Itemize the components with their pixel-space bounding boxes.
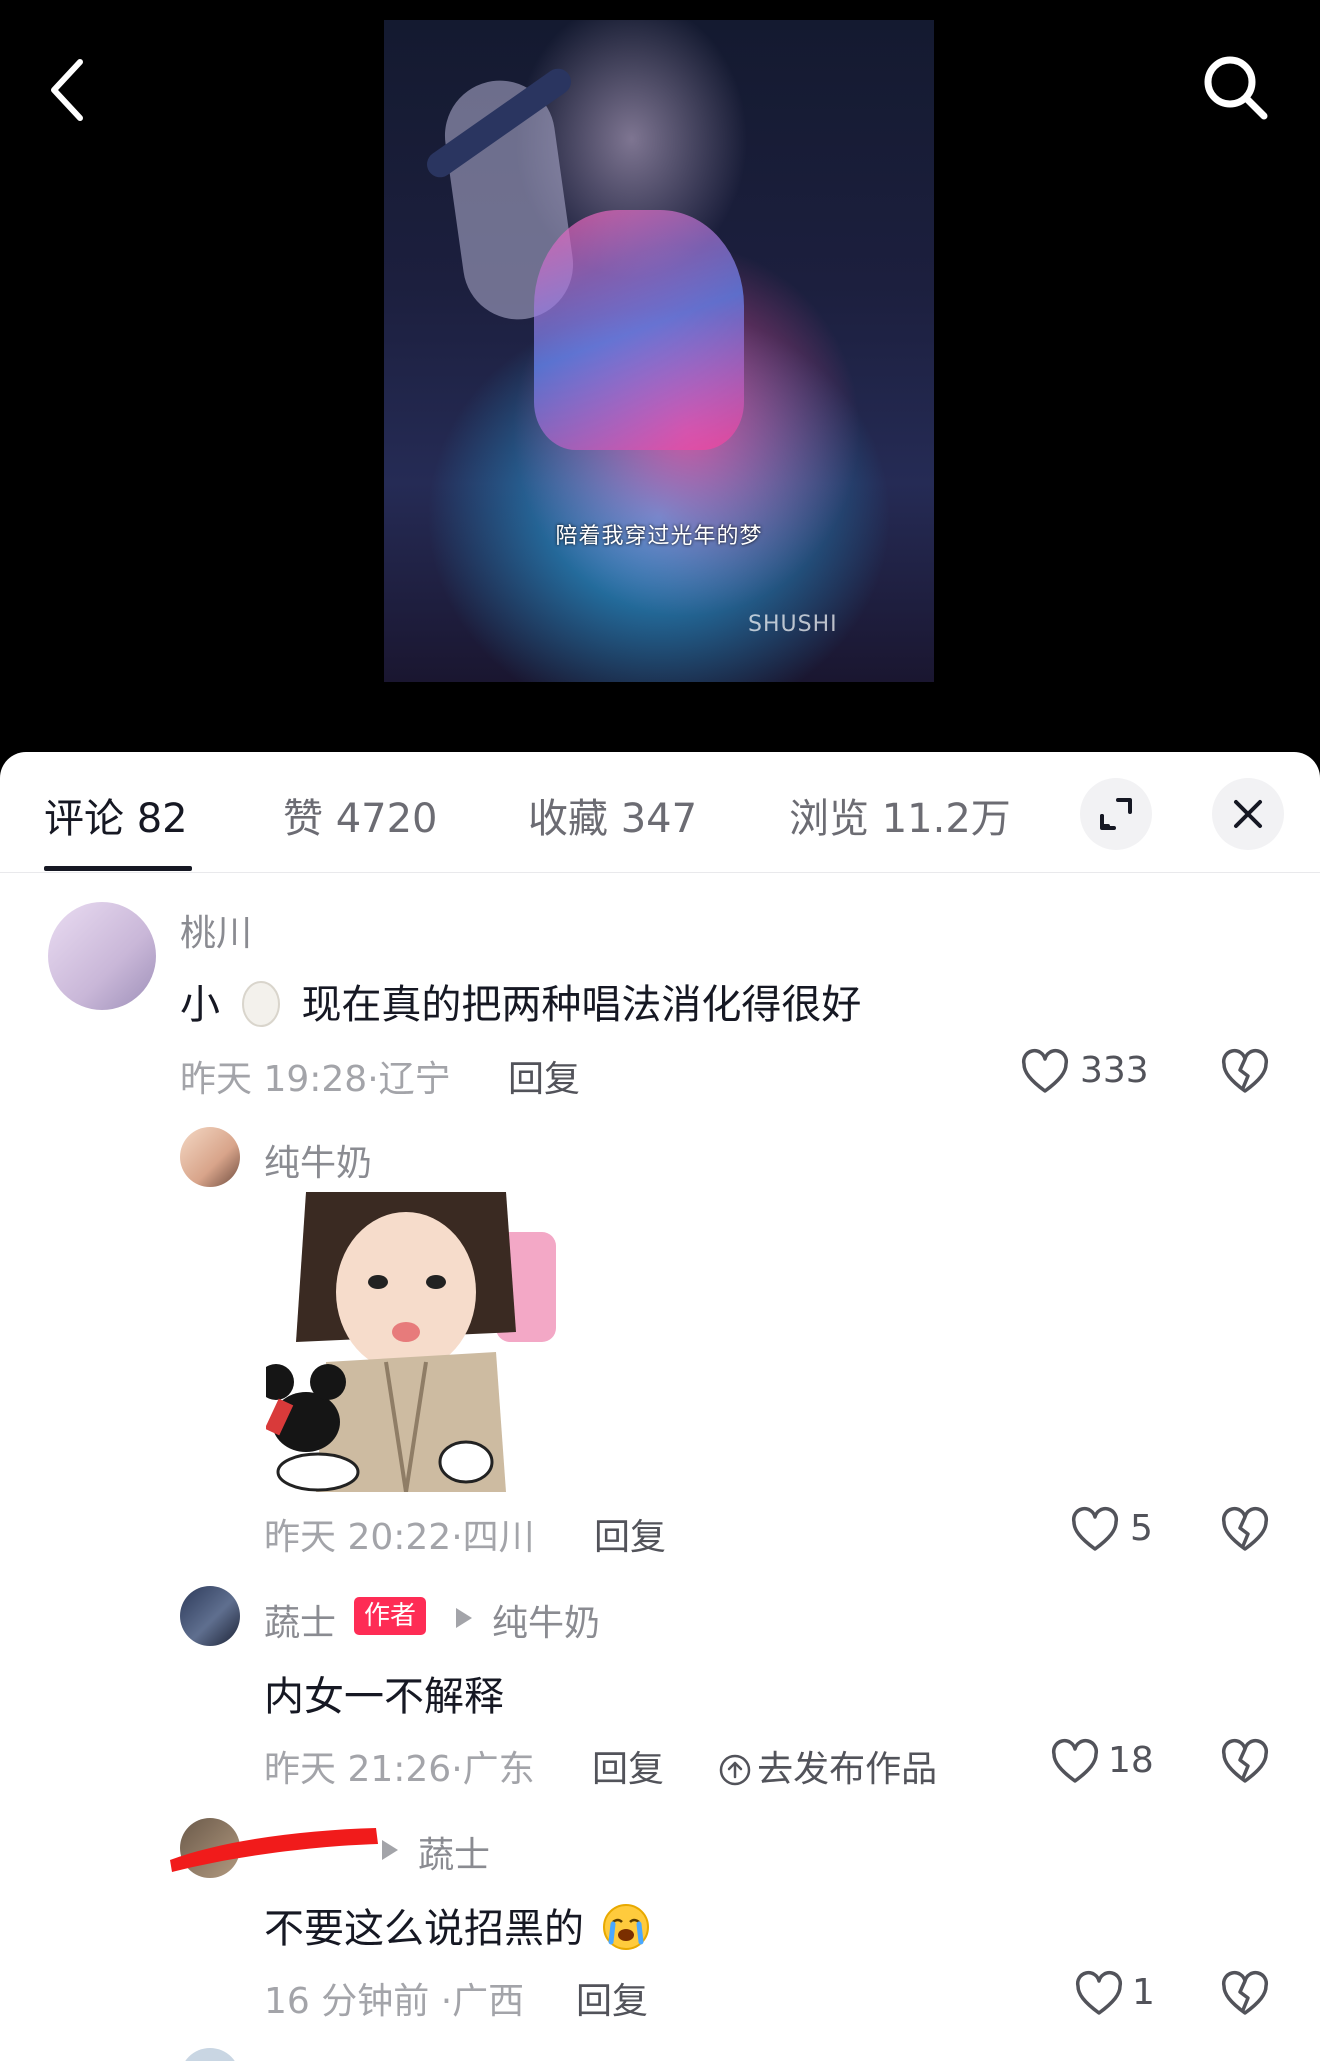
like-count: 1 (1132, 1972, 1155, 2013)
video-figure-dress (534, 210, 744, 450)
comment-meta: 昨天 20:22·四川 (264, 1517, 535, 1558)
video-player[interactable]: 陪着我穿过光年的梦 SHUSHI (384, 20, 934, 682)
reply-to-username[interactable]: 纯牛奶 (492, 1594, 600, 1646)
broken-heart-icon[interactable] (1220, 1506, 1270, 1556)
comment-meta: 昨天 21:26·广东 (264, 1749, 535, 1790)
heart-icon[interactable] (1074, 1970, 1124, 2020)
broken-heart-icon[interactable] (1220, 1738, 1270, 1788)
expand-button[interactable] (1080, 778, 1152, 850)
video-watermark: SHUSHI (748, 612, 838, 637)
expand-icon (1100, 798, 1132, 830)
back-button[interactable] (40, 50, 100, 130)
chevron-left-icon (51, 59, 83, 121)
comment-text: 小 现在真的把两种唱法消化得很好 (180, 972, 861, 1030)
search-button[interactable] (1196, 48, 1276, 128)
comment-username[interactable]: 纯牛奶 (264, 1134, 372, 1186)
upload-circle-icon (719, 1754, 751, 1786)
video-area: 陪着我穿过光年的梦 SHUSHI (0, 0, 1320, 760)
like-count: 18 (1108, 1740, 1154, 1781)
reply-button[interactable]: 回复 (594, 1508, 666, 1560)
video-caption: 陪着我穿过光年的梦 (555, 524, 763, 549)
author-badge: 作者 (354, 1597, 427, 1635)
comment-text-start: 小 (180, 982, 220, 1028)
reply-arrow-icon (456, 1608, 472, 1628)
publish-work-label: 去发布作品 (757, 1749, 938, 1790)
search-icon (1204, 56, 1268, 120)
tab-favorites[interactable]: 收藏 347 (528, 786, 697, 844)
avatar[interactable] (180, 2048, 240, 2061)
tab-likes[interactable]: 赞 4720 (283, 786, 438, 844)
comment-username[interactable]: 桃川 (180, 904, 252, 956)
reply-button[interactable]: 回复 (508, 1050, 580, 1102)
avatar[interactable] (180, 1127, 240, 1187)
sticker-image[interactable] (266, 1192, 566, 1492)
avatar[interactable] (48, 902, 156, 1010)
tab-comments[interactable]: 评论 82 (44, 786, 188, 844)
broken-heart-icon[interactable] (1220, 1970, 1270, 2020)
comment-text-body: 不要这么说招黑的 (264, 1906, 584, 1952)
like-count: 5 (1130, 1508, 1153, 1549)
crying-emoji-icon (602, 1904, 649, 1950)
active-tab-indicator (44, 866, 192, 871)
comment-sheet: 评论 82 赞 4720 收藏 347 浏览 11.2万 桃川 小 现在真的把两… (0, 752, 1320, 2061)
reply-to-username[interactable]: 蔬士 (418, 1826, 490, 1878)
heart-icon[interactable] (1050, 1738, 1100, 1788)
tab-bar: 评论 82 赞 4720 收藏 347 浏览 11.2万 (0, 752, 1320, 873)
close-icon (1234, 800, 1262, 828)
close-button[interactable] (1212, 778, 1284, 850)
publish-work-button[interactable]: 去发布作品 (718, 1740, 937, 1792)
reply-arrow-icon (382, 1840, 398, 1860)
reply-button[interactable]: 回复 (592, 1740, 664, 1792)
tab-views[interactable]: 浏览 11.2万 (789, 786, 1011, 844)
comment-text: 内女一不解释 (264, 1674, 504, 1720)
broken-heart-icon[interactable] (1220, 1048, 1270, 1098)
like-count: 333 (1080, 1050, 1149, 1091)
comment-text: 不要这么说招黑的 (264, 1896, 651, 1954)
heart-icon[interactable] (1020, 1048, 1070, 1098)
reply-button[interactable]: 回复 (576, 1972, 648, 2024)
avatar[interactable] (180, 1586, 240, 1646)
sticker-illustration (266, 1192, 556, 1492)
redaction-scribble (170, 1828, 378, 1872)
comment-text-end: 现在真的把两种唱法消化得很好 (301, 982, 862, 1028)
comment-username[interactable]: 蔬士 (264, 1594, 336, 1646)
egg-emoji-icon (241, 981, 280, 1027)
comment-meta: 昨天 19:28·辽宁 (180, 1059, 451, 1100)
heart-icon[interactable] (1070, 1506, 1120, 1556)
comment-meta: 16 分钟前 ·广西 (264, 1981, 525, 2022)
